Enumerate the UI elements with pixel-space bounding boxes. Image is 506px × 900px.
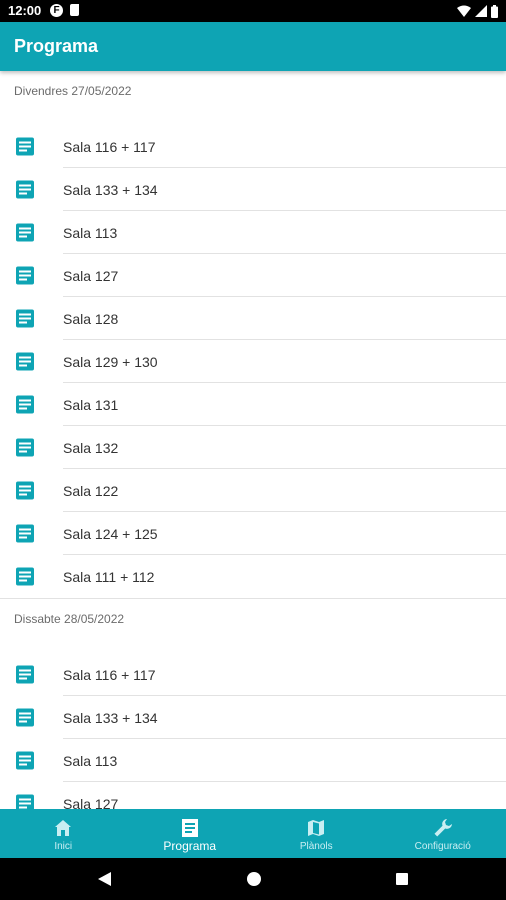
status-time: 12:00 <box>8 3 42 18</box>
room-label: Sala 128 <box>63 311 119 327</box>
list-item[interactable]: Sala 116 + 117 <box>0 653 506 696</box>
bottom-navigation: Inici Programa Plànols Configuració <box>0 809 506 858</box>
section-header: Dissabte 28/05/2022 <box>0 599 506 636</box>
room-label: Sala 113 <box>63 225 118 241</box>
list-item[interactable]: Sala 132 <box>0 426 506 469</box>
nav-item-document[interactable]: Programa <box>127 809 254 858</box>
home-icon <box>55 820 72 836</box>
nav-item-wrench[interactable]: Configuració <box>380 809 506 858</box>
map-icon <box>308 820 325 836</box>
list-item[interactable]: Sala 116 + 117 <box>0 125 506 168</box>
list-item[interactable]: Sala 113 <box>0 211 506 254</box>
document-icon <box>16 567 34 586</box>
room-label: Sala 133 + 134 <box>63 182 158 198</box>
home-circle-icon[interactable] <box>247 872 261 886</box>
document-icon <box>16 481 34 500</box>
section-date: Dissabte 28/05/2022 <box>14 612 125 626</box>
room-label: Sala 127 <box>63 796 119 809</box>
wifi-icon <box>457 5 471 17</box>
room-label: Sala 113 <box>63 753 118 769</box>
list-item[interactable]: Sala 113 <box>0 739 506 782</box>
nav-item-home[interactable]: Inici <box>0 809 127 858</box>
nav-label: Plànols <box>299 841 333 852</box>
list-item[interactable]: Sala 127 <box>0 254 506 297</box>
status-right-icons <box>457 3 498 19</box>
room-label: Sala 116 + 117 <box>63 667 156 683</box>
document-icon <box>16 309 34 328</box>
room-label: Sala 124 + 125 <box>63 526 158 542</box>
room-label: Sala 133 + 134 <box>63 710 158 726</box>
document-icon <box>16 438 34 457</box>
document-icon <box>16 524 34 543</box>
back-icon[interactable] <box>98 872 111 886</box>
list-item[interactable]: Sala 129 + 130 <box>0 340 506 383</box>
document-icon <box>16 665 34 684</box>
document-icon <box>181 819 198 837</box>
wrench-icon <box>434 819 452 837</box>
nav-label: Programa <box>163 839 217 853</box>
section-date: Divendres 27/05/2022 <box>14 84 132 98</box>
document-icon <box>16 352 34 371</box>
room-label: Sala 111 + 112 <box>63 569 155 585</box>
room-label: Sala 122 <box>63 483 119 499</box>
list-item[interactable]: Sala 133 + 134 <box>0 696 506 739</box>
section-header: Divendres 27/05/2022 <box>0 71 506 108</box>
document-icon <box>16 180 34 199</box>
list-item[interactable]: Sala 111 + 112 <box>0 555 506 598</box>
document-icon <box>16 223 34 242</box>
nav-label: Inici <box>54 841 73 852</box>
room-label: Sala 127 <box>63 268 119 284</box>
nav-label: Configuració <box>414 841 471 852</box>
sd-card-icon <box>70 4 79 16</box>
document-icon <box>16 708 34 727</box>
signal-icon <box>475 5 487 17</box>
list-item[interactable]: Sala 122 <box>0 469 506 512</box>
list-item[interactable]: Sala 133 + 134 <box>0 168 506 211</box>
list-item[interactable]: Sala 128 <box>0 297 506 340</box>
list-item[interactable]: Sala 124 + 125 <box>0 512 506 555</box>
recents-icon[interactable] <box>396 873 408 885</box>
status-bar: 12:00 F <box>0 0 506 22</box>
page-title: Programa <box>14 36 99 56</box>
document-icon <box>16 137 34 156</box>
room-label: Sala 131 <box>63 397 119 413</box>
program-list[interactable]: Divendres 27/05/2022 Sala 116 + 117 Sala 1… <box>0 71 506 809</box>
battery-icon <box>491 4 498 18</box>
nav-item-map[interactable]: Plànols <box>253 809 380 858</box>
room-label: Sala 132 <box>63 440 119 456</box>
room-label: Sala 129 + 130 <box>63 354 158 370</box>
room-label: Sala 116 + 117 <box>63 139 156 155</box>
app-bar: Programa <box>0 22 506 71</box>
document-icon <box>16 395 34 414</box>
list-item[interactable]: Sala 131 <box>0 383 506 426</box>
system-navigation-bar <box>0 858 506 900</box>
list-item[interactable]: Sala 127 <box>0 782 506 809</box>
f-notification-icon: F <box>50 4 63 17</box>
document-icon <box>16 266 34 285</box>
document-icon <box>16 751 34 770</box>
document-icon <box>16 794 34 809</box>
